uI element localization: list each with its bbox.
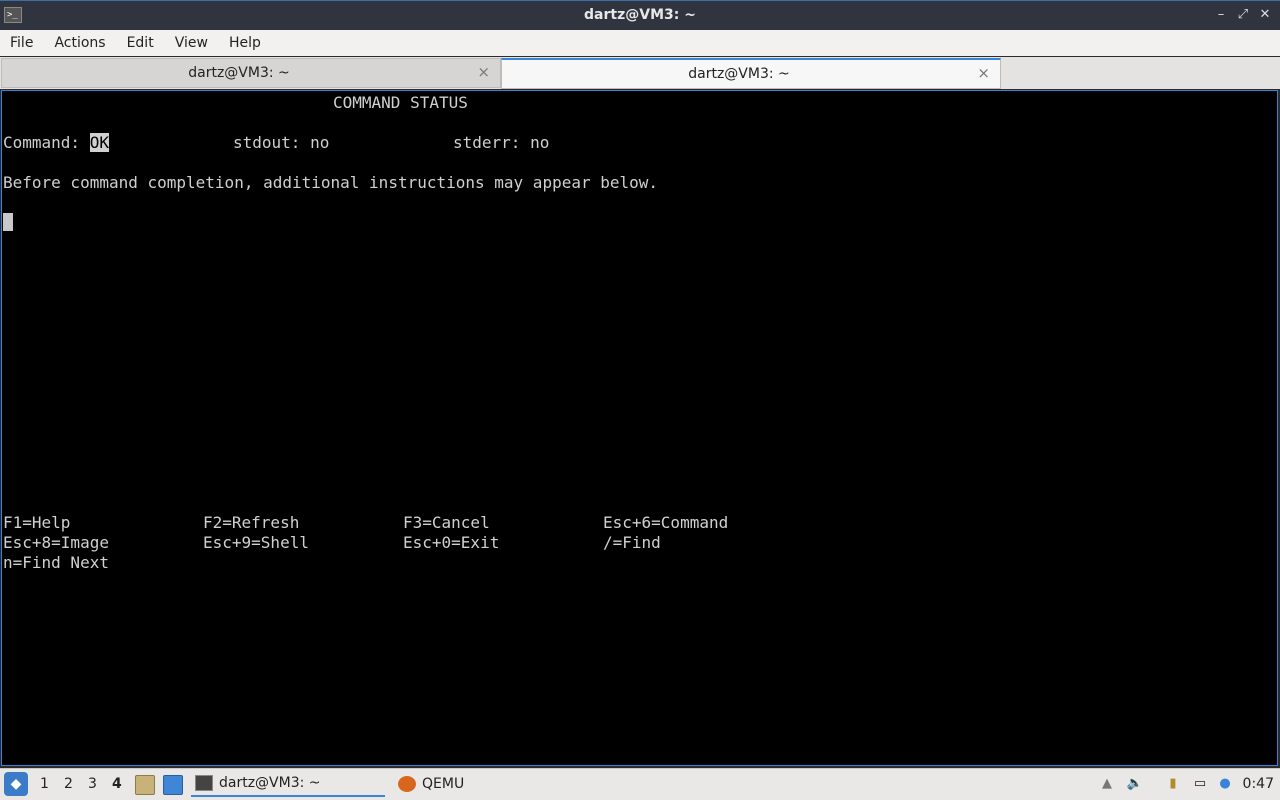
taskbar: ◆ 1 2 3 4 dartz@VM3: ~ QEMU ▲ 🔈 ▮ ▭ ● 0:… — [0, 768, 1280, 800]
command-status-value: OK — [89, 133, 109, 152]
stderr-status: stderr: no — [453, 133, 550, 152]
tab-terminal-2[interactable]: dartz@VM3: ~ × — [501, 58, 1001, 89]
menu-actions[interactable]: Actions — [44, 35, 116, 51]
menu-view[interactable]: View — [165, 35, 219, 51]
tab-label: dartz@VM3: ~ — [688, 66, 790, 82]
menu-help[interactable]: Help — [219, 35, 272, 51]
text-cursor — [3, 213, 13, 231]
network-icon[interactable]: ▭ — [1191, 775, 1209, 793]
command-status-line: Command: OK — [3, 133, 109, 153]
volume-icon[interactable]: 🔈 — [1126, 775, 1144, 793]
menu-file[interactable]: File — [0, 35, 44, 51]
window-titlebar[interactable]: >_ dartz@VM3: ~ – ⤢ ✕ — [0, 0, 1280, 30]
task-terminal[interactable]: dartz@VM3: ~ — [191, 771, 385, 797]
tab-bar: dartz@VM3: ~ × dartz@VM3: ~ × — [0, 57, 1280, 89]
close-icon[interactable]: ✕ — [1256, 6, 1274, 24]
tab-close-icon[interactable]: × — [477, 63, 490, 81]
stdout-status: stdout: no — [233, 133, 330, 152]
key-command[interactable]: Esc+6=Command — [603, 513, 728, 533]
task-label: QEMU — [422, 776, 465, 792]
task-qemu[interactable]: QEMU — [394, 771, 544, 797]
key-shell[interactable]: Esc+9=Shell — [203, 533, 309, 553]
key-refresh[interactable]: F2=Refresh — [203, 513, 299, 533]
key-image[interactable]: Esc+8=Image — [3, 533, 109, 553]
screen-header: COMMAND STATUS — [333, 93, 468, 112]
qemu-icon — [398, 776, 416, 792]
tab-label: dartz@VM3: ~ — [188, 65, 290, 81]
desktop-1[interactable]: 1 — [40, 776, 49, 792]
minimize-icon[interactable]: – — [1212, 6, 1230, 24]
desktop-3[interactable]: 3 — [88, 776, 97, 792]
show-desktop-icon[interactable] — [163, 775, 183, 795]
clock[interactable]: 0:47 — [1243, 776, 1274, 792]
key-find-next[interactable]: n=Find Next — [3, 553, 109, 573]
notification-icon[interactable]: ● — [1216, 775, 1234, 793]
key-find[interactable]: /=Find — [603, 533, 661, 553]
start-menu-icon[interactable]: ◆ — [4, 772, 28, 796]
desktop-2[interactable]: 2 — [64, 776, 73, 792]
command-label: Command: — [3, 133, 90, 152]
key-exit[interactable]: Esc+0=Exit — [403, 533, 499, 553]
key-help[interactable]: F1=Help — [3, 513, 70, 533]
window-title: dartz@VM3: ~ — [584, 7, 696, 23]
key-cancel[interactable]: F3=Cancel — [403, 513, 490, 533]
menu-edit[interactable]: Edit — [117, 35, 165, 51]
file-manager-icon[interactable] — [135, 775, 155, 795]
menu-bar: File Actions Edit View Help — [0, 30, 1280, 56]
desktop-4[interactable]: 4 — [112, 776, 122, 792]
terminal-icon — [195, 775, 213, 791]
task-label: dartz@VM3: ~ — [219, 775, 321, 791]
tab-terminal-1[interactable]: dartz@VM3: ~ × — [1, 58, 501, 88]
clipboard-icon[interactable]: ▲ — [1098, 775, 1116, 793]
restore-icon[interactable]: ⤢ — [1234, 6, 1252, 24]
instructions-note: Before command completion, additional in… — [3, 173, 659, 192]
terminal-screen[interactable]: COMMAND STATUS Command: OK stdout: no st… — [1, 90, 1278, 766]
tab-close-icon[interactable]: × — [977, 64, 990, 82]
notes-icon[interactable]: ▮ — [1164, 775, 1182, 793]
